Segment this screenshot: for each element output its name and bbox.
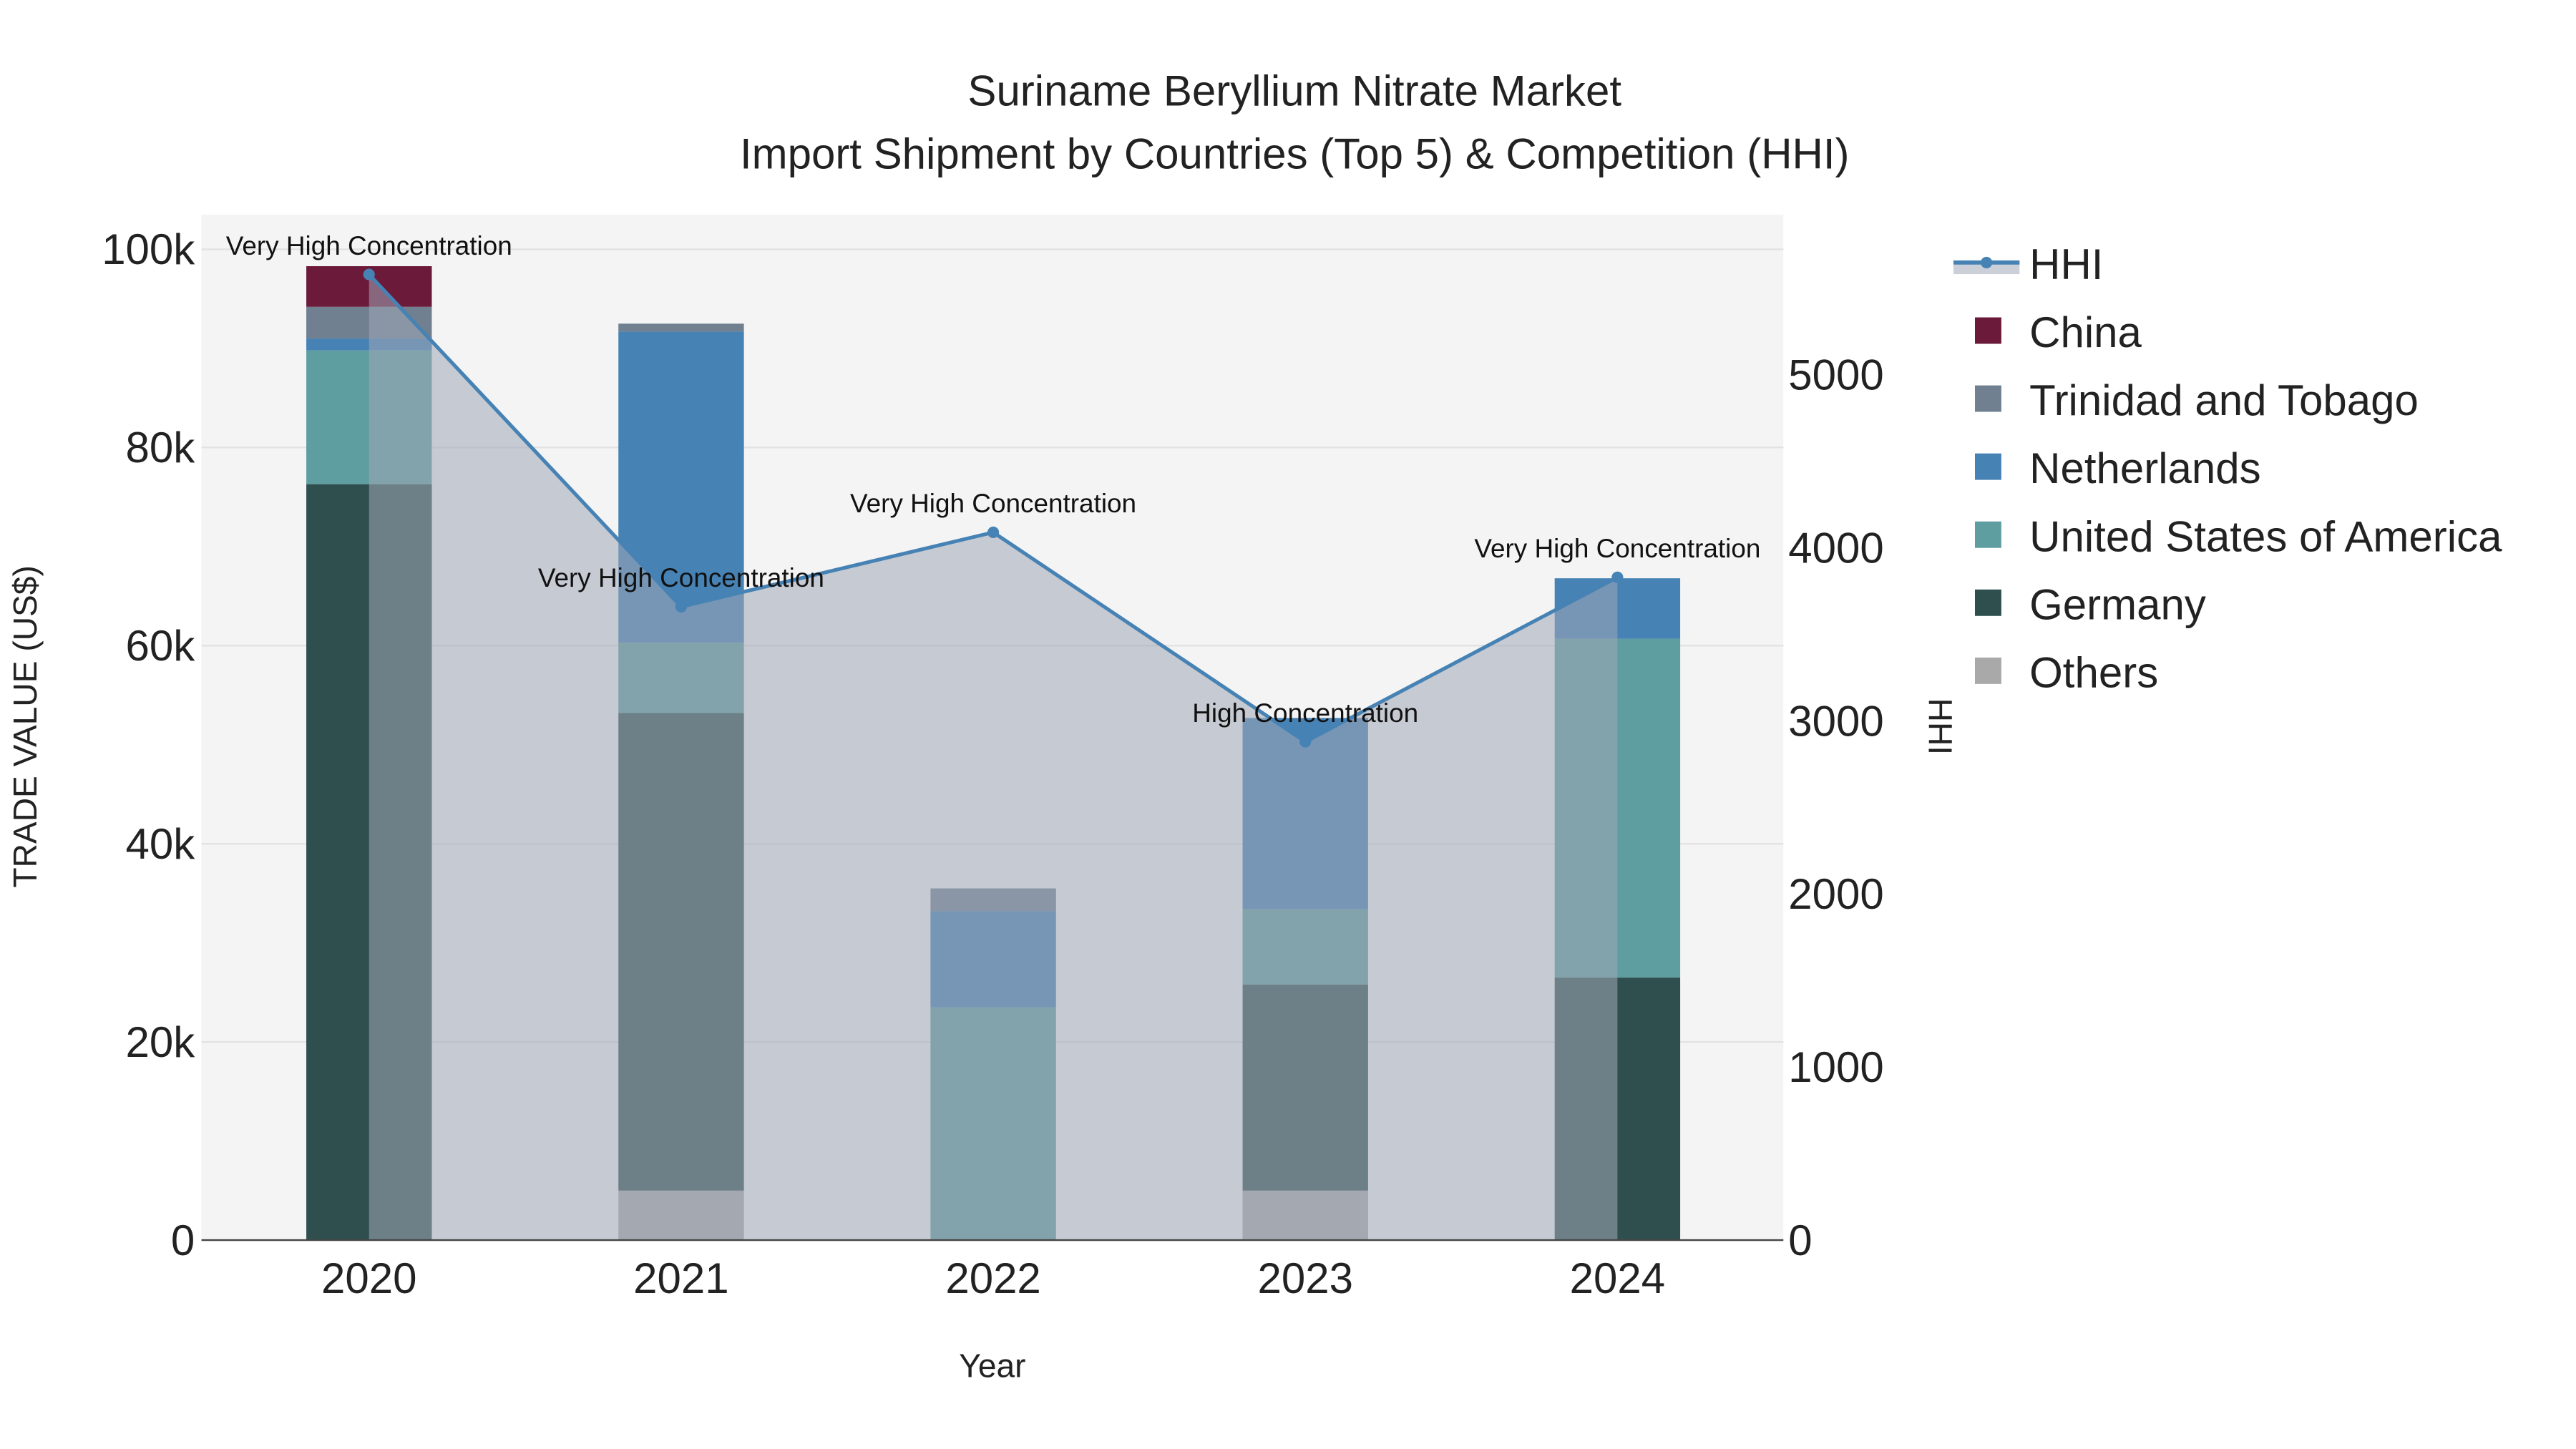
x-tick-label: 2022 — [945, 1254, 1040, 1302]
y-tick-label: 60k — [126, 622, 196, 670]
y2-tick-label: 4000 — [1788, 524, 1883, 572]
x-tick-label: 2020 — [321, 1254, 416, 1302]
legend-label: China — [2029, 308, 2142, 356]
hhi-point — [363, 268, 375, 280]
legend-label: United States of America — [2029, 512, 2502, 560]
x-tick-label: 2023 — [1257, 1254, 1352, 1302]
y-tick-label: 80k — [126, 424, 196, 472]
y2-axis-label: HHI — [1921, 698, 1958, 755]
hhi-point — [1299, 736, 1312, 748]
hhi-point — [1611, 571, 1624, 583]
legend-label: Trinidad and Tobago — [2029, 376, 2419, 424]
legend-label: HHI — [2029, 240, 2103, 288]
chart-title: Suriname Beryllium Nitrate Market — [967, 67, 1621, 115]
y2-tick-label: 0 — [1788, 1216, 1812, 1264]
chart-subtitle: Import Shipment by Countries (Top 5) & C… — [740, 130, 1850, 177]
x-axis-label: Year — [959, 1347, 1025, 1385]
legend-swatch — [1975, 657, 2001, 684]
y-tick-label: 20k — [126, 1018, 196, 1066]
legend-label: Others — [2029, 648, 2158, 696]
y-tick-label: 40k — [126, 820, 196, 868]
legend-swatch — [1975, 589, 2001, 616]
hhi-annotation: Very High Concentration — [538, 563, 824, 592]
hhi-annotation: Very High Concentration — [1474, 534, 1760, 563]
x-tick-label: 2021 — [633, 1254, 728, 1302]
bar-trinidad-and-tobago — [618, 323, 744, 332]
chart: Suriname Beryllium Nitrate Market Import… — [0, 0, 2576, 1449]
hhi-point — [675, 600, 687, 613]
hhi-annotation: Very High Concentration — [226, 231, 512, 260]
y2-tick-label: 3000 — [1788, 697, 1883, 745]
y2-tick-label: 5000 — [1788, 351, 1883, 399]
legend-hhi-marker — [1981, 256, 1993, 268]
legend-swatch — [1975, 317, 2001, 344]
x-tick-label: 2024 — [1570, 1254, 1665, 1302]
y-tick-label: 100k — [102, 225, 195, 273]
legend-swatch — [1975, 453, 2001, 480]
legend-swatch — [1975, 385, 2001, 412]
y2-tick-label: 1000 — [1788, 1043, 1883, 1091]
legend-label: Netherlands — [2029, 444, 2261, 492]
y2-tick-label: 2000 — [1788, 870, 1883, 918]
legend-swatch — [1975, 521, 2001, 548]
y-tick-label: 0 — [171, 1216, 195, 1264]
hhi-annotation: High Concentration — [1192, 698, 1418, 728]
hhi-annotation: Very High Concentration — [850, 489, 1136, 518]
legend-label: Germany — [2029, 580, 2206, 628]
y-axis-label: TRADE VALUE (US$) — [6, 565, 44, 887]
hhi-point — [987, 526, 1000, 539]
